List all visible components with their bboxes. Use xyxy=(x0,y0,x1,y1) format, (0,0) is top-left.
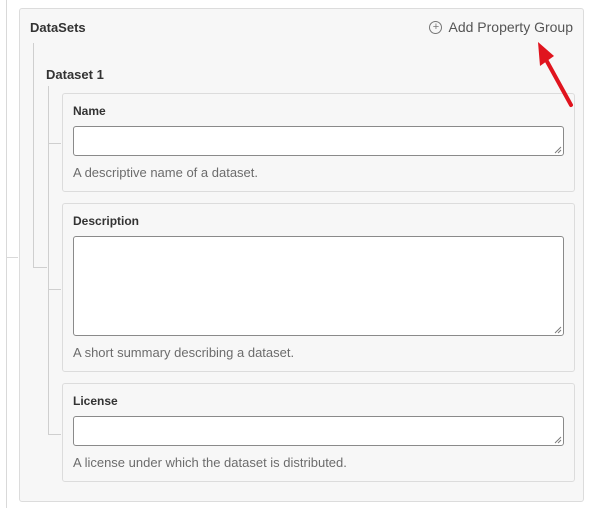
tree-branch-license xyxy=(48,434,61,435)
tree-line-level2 xyxy=(48,86,49,435)
tree-branch-name xyxy=(48,143,61,144)
tree-branch-level1 xyxy=(33,267,47,268)
description-field[interactable] xyxy=(73,236,564,336)
description-help-text: A short summary describing a dataset. xyxy=(73,345,295,360)
outer-tree-tick xyxy=(6,257,18,258)
name-field[interactable] xyxy=(73,126,564,156)
resize-grip-icon[interactable] xyxy=(554,436,562,444)
license-field[interactable] xyxy=(73,416,564,446)
name-label: Name xyxy=(73,104,106,118)
add-property-group-label: Add Property Group xyxy=(448,19,573,35)
tree-line-level1 xyxy=(33,43,34,268)
datasets-title: DataSets xyxy=(30,20,86,35)
add-property-group-button[interactable]: + Add Property Group xyxy=(429,19,573,35)
page-root: DataSets + Add Property Group Dataset 1 … xyxy=(0,0,595,508)
resize-grip-icon[interactable] xyxy=(554,146,562,154)
tree-branch-description xyxy=(48,289,61,290)
name-help-text: A descriptive name of a dataset. xyxy=(73,165,258,180)
property-card-license: License A license under which the datase… xyxy=(62,383,575,482)
dataset-title: Dataset 1 xyxy=(46,67,104,82)
datasets-panel: DataSets + Add Property Group Dataset 1 … xyxy=(19,8,584,502)
property-card-description: Description A short summary describing a… xyxy=(62,203,575,372)
description-label: Description xyxy=(73,214,140,228)
license-help-text: A license under which the dataset is dis… xyxy=(73,455,347,470)
red-arrow-icon xyxy=(538,42,573,107)
property-card-name: Name A descriptive name of a dataset. xyxy=(62,93,575,192)
outer-tree-line xyxy=(6,0,7,508)
plus-circle-icon: + xyxy=(429,20,443,34)
resize-grip-icon[interactable] xyxy=(554,326,562,334)
license-label: License xyxy=(73,394,118,408)
